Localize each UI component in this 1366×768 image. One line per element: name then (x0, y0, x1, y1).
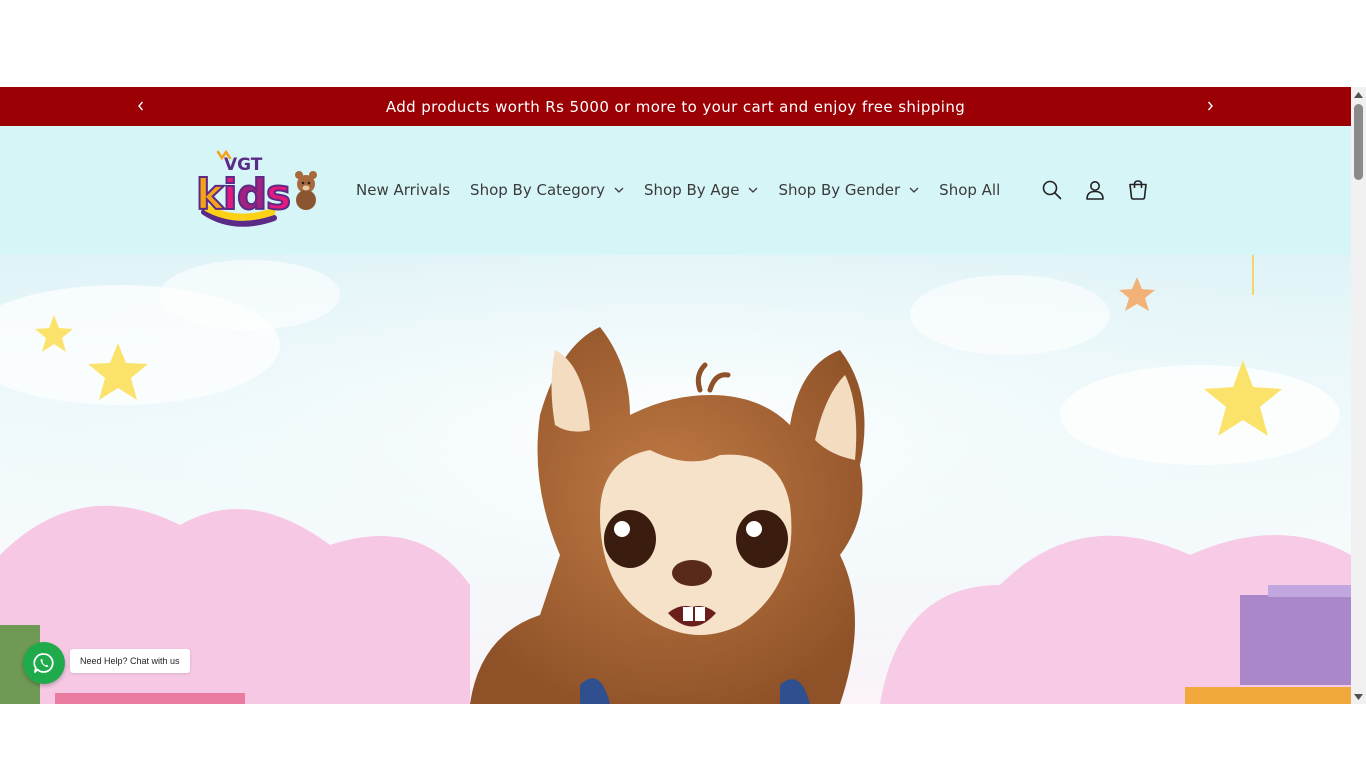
whatsapp-chat-button[interactable] (23, 642, 65, 684)
logo-graphic: VGT k i d s (195, 149, 317, 227)
search-icon (1042, 180, 1061, 200)
svg-text:d: d (237, 170, 267, 219)
nav-shop-by-category[interactable]: Shop By Category (460, 174, 634, 206)
nav-shop-by-age[interactable]: Shop By Age (634, 174, 768, 206)
chat-help-label[interactable]: Need Help? Chat with us (70, 649, 190, 673)
chevron-down-icon (909, 187, 919, 193)
chevron-down-icon (748, 187, 758, 193)
announcement-message: Add products worth Rs 5000 or more to yo… (385, 97, 966, 116)
nav-new-arrivals[interactable]: New Arrivals (346, 174, 460, 206)
announcement-next-button[interactable] (1199, 95, 1221, 117)
svg-text:i: i (223, 170, 237, 219)
hero-squirrel-illustration (0, 255, 1351, 704)
cart-button[interactable] (1116, 168, 1159, 212)
chevron-left-icon (138, 101, 144, 111)
scrollbar-thumb[interactable] (1354, 104, 1363, 180)
account-button[interactable] (1073, 168, 1116, 212)
scroll-up-button[interactable] (1351, 87, 1366, 102)
triangle-up-icon (1354, 91, 1363, 98)
svg-text:k: k (196, 170, 225, 219)
nav-new-arrivals-label: New Arrivals (356, 181, 451, 199)
vgt-kids-logo[interactable]: VGT k i d s (194, 146, 320, 234)
nav-shop-by-age-label: Shop By Age (644, 181, 740, 199)
account-icon (1085, 181, 1104, 200)
triangle-down-icon (1354, 693, 1363, 700)
svg-text:s: s (266, 170, 291, 219)
nav-shop-all[interactable]: Shop All (929, 174, 1010, 206)
cart-icon (1128, 180, 1147, 200)
search-button[interactable] (1030, 168, 1073, 212)
header-icons (1030, 168, 1159, 212)
nav-shop-all-label: Shop All (939, 181, 1001, 199)
scroll-down-button[interactable] (1351, 689, 1366, 704)
chevron-down-icon (614, 187, 624, 193)
announcement-prev-button[interactable] (130, 95, 152, 117)
nav-shop-by-gender-label: Shop By Gender (778, 181, 901, 199)
page-viewport: Add products worth Rs 5000 or more to yo… (0, 87, 1366, 704)
hero-banner[interactable] (0, 255, 1351, 704)
main-nav: New Arrivals Shop By Category Shop By Ag… (346, 174, 1010, 206)
announcement-bar: Add products worth Rs 5000 or more to yo… (0, 87, 1351, 126)
nav-shop-by-gender[interactable]: Shop By Gender (768, 174, 929, 206)
page-scrollbar[interactable] (1351, 87, 1366, 704)
whatsapp-icon (33, 653, 54, 673)
site-header: VGT k i d s New Arrivals Shop By Categor… (0, 126, 1351, 256)
chevron-right-icon (1207, 101, 1213, 111)
nav-shop-by-category-label: Shop By Category (470, 181, 605, 199)
